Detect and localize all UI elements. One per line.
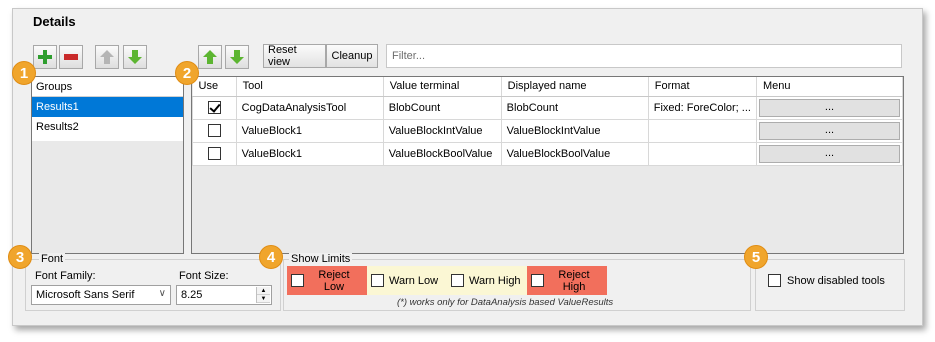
- displayed-name-cell[interactable]: ValueBlockIntValue: [500, 118, 649, 143]
- column-header-use[interactable]: Use: [192, 77, 237, 97]
- warn-low-option[interactable]: Warn Low: [367, 266, 447, 295]
- reject-low-label: Reject Low: [318, 268, 350, 293]
- table-row[interactable]: ValueBlock1 ValueBlockIntValue ValueBloc…: [192, 118, 903, 143]
- tool-cell[interactable]: ValueBlock1: [235, 141, 384, 166]
- tool-cell[interactable]: ValueBlock1: [235, 118, 384, 143]
- spin-up-icon[interactable]: ▲: [257, 287, 270, 295]
- table-row[interactable]: ValueBlock1 ValueBlockBoolValue ValueBlo…: [192, 141, 903, 166]
- column-header-value-terminal[interactable]: Value terminal: [383, 77, 502, 97]
- arrow-down-icon: [230, 50, 244, 64]
- tool-cell[interactable]: CogDataAnalysisTool: [235, 95, 384, 120]
- arrow-up-icon: [203, 50, 217, 64]
- value-terminal-cell[interactable]: BlobCount: [382, 95, 502, 120]
- remove-group-button[interactable]: [59, 45, 83, 69]
- checkbox-icon[interactable]: [291, 274, 304, 287]
- use-checkbox[interactable]: [207, 101, 221, 114]
- callout-badge-2: 2: [175, 61, 199, 85]
- menu-button[interactable]: ...: [758, 144, 900, 163]
- checkbox-icon[interactable]: [768, 274, 781, 287]
- column-header-format[interactable]: Format: [648, 77, 757, 97]
- add-group-button[interactable]: [33, 45, 57, 69]
- reject-low-option[interactable]: Reject Low: [287, 266, 367, 295]
- displayed-name-cell[interactable]: BlobCount: [500, 95, 649, 120]
- reject-high-label: Reject High: [558, 268, 590, 293]
- font-family-label: Font Family:: [35, 270, 96, 282]
- show-limits-label: Show Limits: [289, 253, 353, 265]
- arrow-up-icon: [100, 50, 114, 64]
- results-grid: Use Tool Value terminal Displayed name F…: [191, 76, 904, 254]
- move-group-down-button[interactable]: [123, 45, 147, 69]
- groups-header: Groups: [32, 77, 183, 97]
- font-family-select[interactable]: Microsoft Sans Serif ∨: [31, 285, 171, 305]
- limits-note: (*) works only for DataAnalysis based Va…: [397, 297, 614, 308]
- group-item-results2[interactable]: Results2: [32, 117, 183, 137]
- callout-badge-1: 1: [12, 61, 36, 85]
- value-terminal-cell[interactable]: ValueBlockBoolValue: [382, 141, 502, 166]
- move-group-up-button[interactable]: [95, 45, 119, 69]
- format-cell[interactable]: [647, 118, 757, 143]
- font-size-value: 8.25: [181, 289, 203, 301]
- show-disabled-tools-option[interactable]: Show disabled tools: [768, 274, 885, 287]
- font-group-label: Font: [39, 253, 66, 265]
- add-icon: [38, 50, 52, 64]
- menu-button[interactable]: ...: [758, 98, 900, 117]
- displayed-name-cell[interactable]: ValueBlockBoolValue: [500, 141, 649, 166]
- table-row[interactable]: CogDataAnalysisTool BlobCount BlobCount …: [192, 95, 903, 120]
- format-cell[interactable]: [647, 141, 757, 166]
- warn-high-option[interactable]: Warn High: [447, 266, 527, 295]
- checkbox-icon[interactable]: [531, 274, 544, 287]
- format-cell[interactable]: Fixed: ForeColor; ...: [647, 95, 757, 120]
- font-size-label: Font Size:: [179, 270, 229, 282]
- font-size-stepper[interactable]: 8.25 ▲ ▼: [176, 285, 272, 305]
- reset-view-button[interactable]: Reset view: [263, 44, 326, 68]
- value-terminal-cell[interactable]: ValueBlockIntValue: [382, 118, 502, 143]
- warn-low-label: Warn Low: [389, 274, 439, 287]
- callout-badge-5: 5: [744, 245, 768, 269]
- checkbox-icon[interactable]: [451, 274, 464, 287]
- column-header-displayed-name[interactable]: Displayed name: [501, 77, 649, 97]
- menu-button[interactable]: ...: [758, 121, 900, 140]
- details-panel: Details Reset view Cleanup Filter... Gro…: [8, 8, 923, 326]
- callout-badge-4: 4: [259, 245, 283, 269]
- filter-input[interactable]: Filter...: [386, 44, 902, 68]
- remove-icon: [64, 54, 78, 60]
- panel-title: Details: [33, 14, 76, 29]
- callout-badge-3: 3: [8, 245, 32, 269]
- move-row-down-button[interactable]: [225, 45, 249, 69]
- use-checkbox[interactable]: [207, 124, 221, 137]
- dropdown-arrow-icon: ∨: [158, 288, 166, 299]
- arrow-down-icon: [128, 50, 142, 64]
- groups-list: Groups Results1 Results2: [31, 76, 184, 254]
- use-checkbox[interactable]: [207, 147, 221, 160]
- groups-empty-area: [32, 141, 183, 253]
- cleanup-button[interactable]: Cleanup: [326, 44, 378, 68]
- warn-high-label: Warn High: [469, 274, 521, 287]
- column-header-menu[interactable]: Menu: [756, 77, 903, 97]
- group-item-results1[interactable]: Results1: [32, 97, 183, 117]
- checkbox-icon[interactable]: [371, 274, 384, 287]
- font-family-value: Microsoft Sans Serif: [36, 289, 135, 301]
- column-header-tool[interactable]: Tool: [236, 77, 384, 97]
- spin-buttons: ▲ ▼: [256, 287, 270, 303]
- show-disabled-tools-label: Show disabled tools: [787, 274, 885, 287]
- move-row-up-button[interactable]: [198, 45, 222, 69]
- reject-high-option[interactable]: Reject High: [527, 266, 607, 295]
- spin-down-icon[interactable]: ▼: [257, 295, 270, 303]
